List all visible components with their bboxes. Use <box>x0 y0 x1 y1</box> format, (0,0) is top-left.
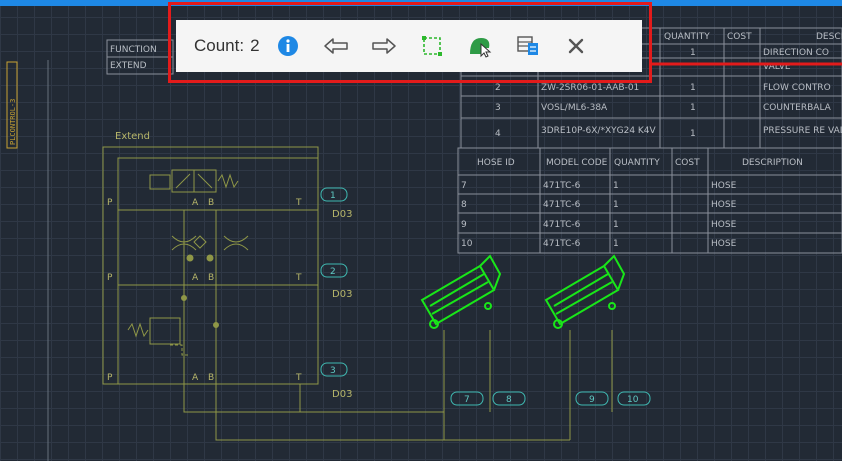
next-arrow-icon <box>371 38 396 54</box>
cad-canvas[interactable]: FUNCTION EXTEND PLCONTROL-3 Extend P T A… <box>0 0 842 461</box>
selected-cylinder-2[interactable] <box>544 254 626 329</box>
valve-callout-2: 2 D03 <box>320 263 352 300</box>
svg-text:P: P <box>107 373 113 383</box>
hydraulic-lines <box>183 330 613 441</box>
svg-text:471TC-6: 471TC-6 <box>543 220 581 230</box>
properties-table-button[interactable] <box>512 30 544 62</box>
parts-header-desc: DESCR <box>816 32 842 42</box>
count-label: Count: <box>194 36 245 55</box>
svg-text:9: 9 <box>461 220 467 230</box>
parts-header-cost: COST <box>727 32 752 42</box>
hose-callout-8: 8 <box>492 391 526 406</box>
svg-text:B: B <box>208 373 214 383</box>
svg-text:1: 1 <box>330 191 336 201</box>
svg-text:DIRECTION CO: DIRECTION CO <box>763 48 829 58</box>
svg-text:2: 2 <box>495 83 501 93</box>
svg-text:P: P <box>107 273 113 283</box>
svg-text:10: 10 <box>627 395 639 405</box>
svg-text:4: 4 <box>495 129 501 139</box>
function-label: FUNCTION <box>110 45 157 55</box>
next-button[interactable] <box>368 30 400 62</box>
hose-header-desc: DESCRIPTION <box>742 158 803 168</box>
hose-callout-10: 10 <box>617 391 651 406</box>
svg-text:HOSE: HOSE <box>711 181 737 191</box>
svg-text:1: 1 <box>690 129 696 139</box>
svg-text:A: A <box>192 373 199 383</box>
svg-text:471TC-6: 471TC-6 <box>543 181 581 191</box>
svg-text:8: 8 <box>506 395 512 405</box>
selected-cylinder-1[interactable] <box>420 254 502 329</box>
zoom-extents-icon <box>421 36 442 56</box>
previous-button[interactable] <box>320 30 352 62</box>
svg-text:10: 10 <box>461 239 473 249</box>
hose-callout-9: 9 <box>575 391 609 406</box>
directional-valve-symbol <box>149 169 239 193</box>
close-button[interactable] <box>560 30 592 62</box>
zoom-to-selection-button[interactable] <box>416 30 448 62</box>
svg-text:9: 9 <box>589 395 595 405</box>
pressure-reducing-symbol <box>127 285 219 384</box>
svg-text:1: 1 <box>613 220 619 230</box>
svg-text:1: 1 <box>613 200 619 210</box>
svg-text:D03: D03 <box>332 389 352 400</box>
select-objects-icon <box>469 38 491 58</box>
info-button[interactable] <box>272 30 304 62</box>
svg-text:1: 1 <box>613 239 619 249</box>
count-readout: Count: 2 <box>194 36 260 56</box>
hose-header-cost: COST <box>675 158 700 168</box>
svg-text:1: 1 <box>690 48 696 58</box>
svg-text:1: 1 <box>690 83 696 93</box>
select-objects-button[interactable] <box>464 30 496 62</box>
properties-table-icon <box>516 36 538 55</box>
svg-text:3DRE10P-6X/*XYG24 K4V: 3DRE10P-6X/*XYG24 K4V <box>541 126 657 136</box>
svg-text:A: A <box>192 273 199 283</box>
svg-text:2: 2 <box>330 267 336 277</box>
valve-stack-frame <box>102 146 319 385</box>
svg-text:T: T <box>295 198 302 208</box>
svg-text:COUNTERBALA: COUNTERBALA <box>763 103 832 113</box>
hose-header-id: HOSE ID <box>477 158 515 168</box>
svg-text:T: T <box>295 273 302 283</box>
hose-header-code: MODEL CODE <box>546 158 608 168</box>
svg-text:VOSL/ML6-38A: VOSL/ML6-38A <box>541 103 608 113</box>
vertical-label: PLCONTROL-3 <box>9 99 17 145</box>
svg-text:FLOW CONTRO: FLOW CONTRO <box>763 83 831 93</box>
svg-text:PRESSURE RE VALVE: PRESSURE RE VALVE <box>763 126 842 136</box>
svg-text:HOSE: HOSE <box>711 239 737 249</box>
previous-arrow-icon <box>323 38 348 54</box>
svg-text:D03: D03 <box>332 289 352 300</box>
svg-text:8: 8 <box>461 200 467 210</box>
svg-text:471TC-6: 471TC-6 <box>543 239 581 249</box>
hose-header-qty: QUANTITY <box>614 158 660 168</box>
svg-text:7: 7 <box>464 395 470 405</box>
svg-text:B: B <box>208 273 214 283</box>
svg-text:HOSE: HOSE <box>711 220 737 230</box>
svg-text:3: 3 <box>330 366 336 376</box>
close-icon <box>568 38 583 54</box>
svg-text:A: A <box>192 198 199 208</box>
svg-text:1: 1 <box>690 103 696 113</box>
parts-header-qty: QUANTITY <box>664 32 710 42</box>
valve-callout-1: 1 D03 <box>320 187 352 220</box>
svg-text:D03: D03 <box>332 209 352 220</box>
count-value: 2 <box>250 36 260 55</box>
valve-callout-3: 3 D03 <box>320 362 352 400</box>
extend-label: EXTEND <box>110 61 147 71</box>
selection-count-toolbar: Count: 2 <box>176 20 642 72</box>
svg-text:HOSE: HOSE <box>711 200 737 210</box>
group-label: Extend <box>115 131 150 142</box>
hose-callout-7: 7 <box>450 391 484 406</box>
svg-text:471TC-6: 471TC-6 <box>543 200 581 210</box>
svg-text:1: 1 <box>613 181 619 191</box>
svg-text:B: B <box>208 198 214 208</box>
info-icon <box>277 36 298 56</box>
svg-text:ZW-2SR06-01-AAB-01: ZW-2SR06-01-AAB-01 <box>541 83 639 93</box>
svg-text:T: T <box>295 373 302 383</box>
svg-text:7: 7 <box>461 181 467 191</box>
svg-text:3: 3 <box>495 103 501 113</box>
svg-text:P: P <box>107 198 113 208</box>
